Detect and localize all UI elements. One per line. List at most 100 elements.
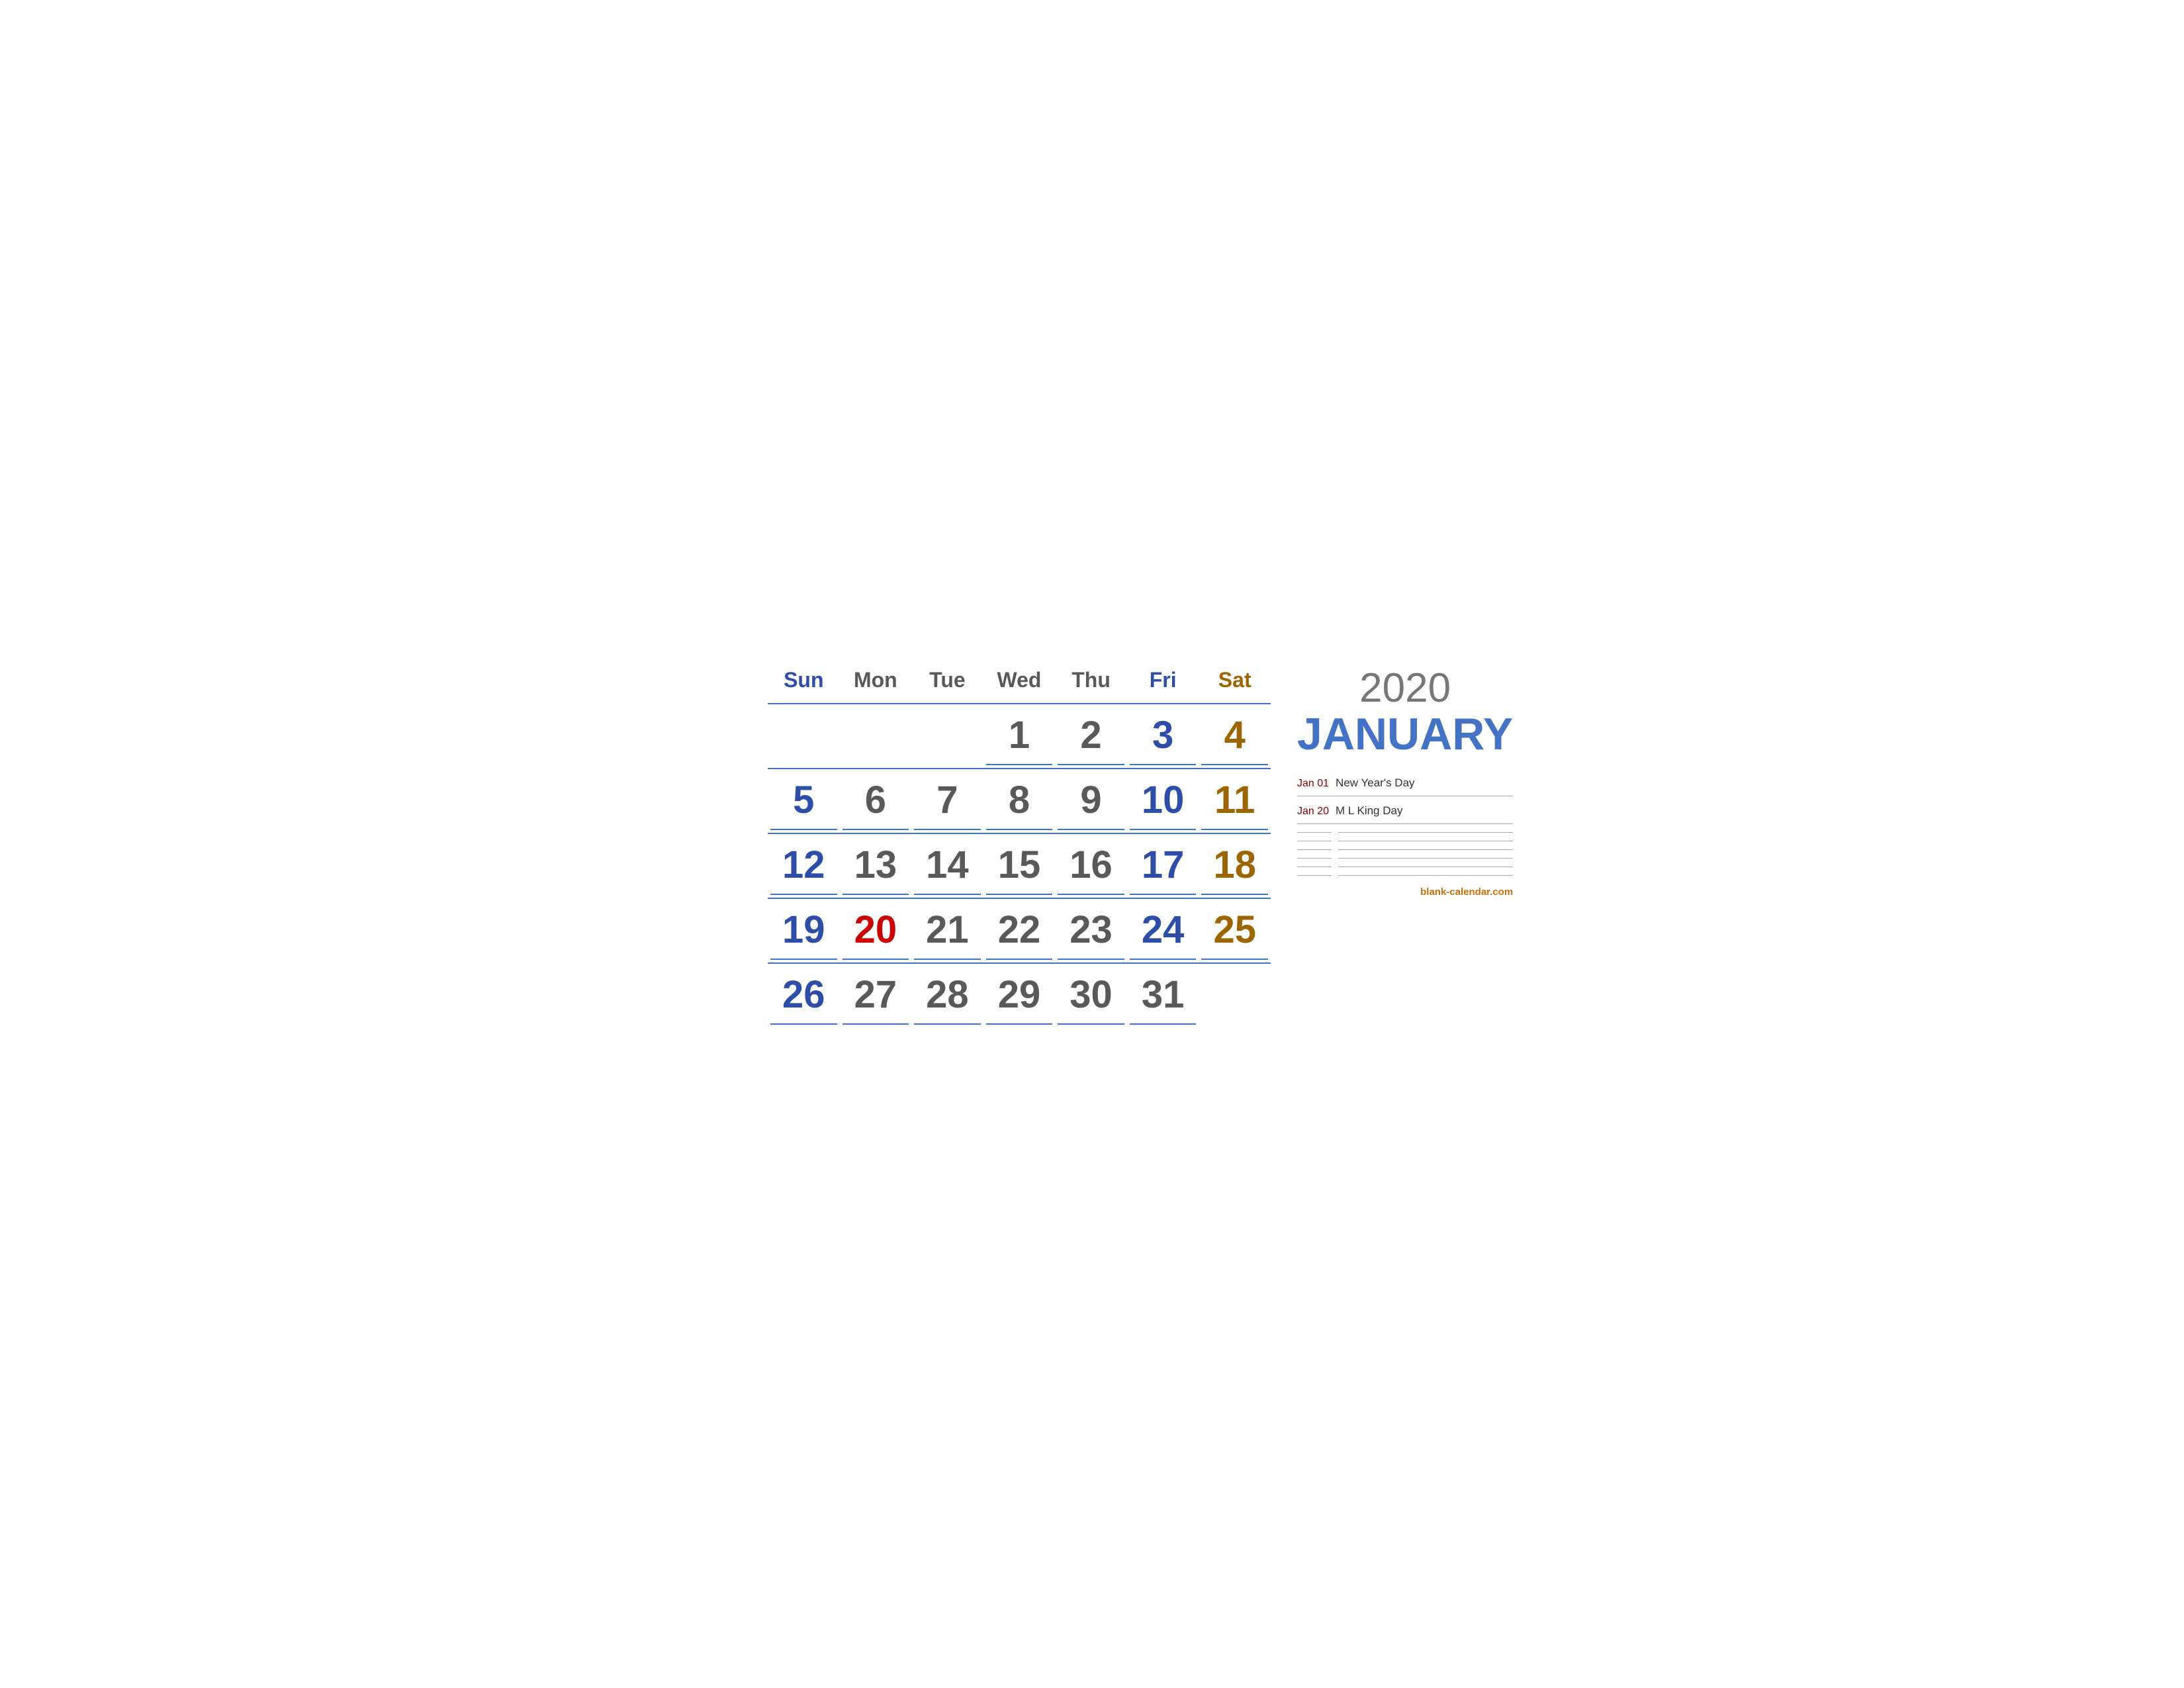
header-mon: Mon bbox=[840, 668, 912, 696]
holiday-name-1: New Year's Day bbox=[1336, 776, 1513, 792]
underline-16 bbox=[1058, 894, 1124, 895]
day-empty bbox=[840, 710, 912, 764]
day-30: 30 bbox=[1055, 969, 1127, 1023]
calendar-section: Sun Mon Tue Wed Thu Fri Sat 1 2 3 4 bbox=[768, 668, 1271, 1027]
day-empty bbox=[1199, 969, 1271, 1023]
blank-date-3 bbox=[1297, 849, 1332, 850]
underline-2 bbox=[1058, 764, 1124, 765]
day-5: 5 bbox=[768, 774, 840, 829]
underline-row-1 bbox=[768, 764, 1271, 765]
day-15: 15 bbox=[983, 839, 1056, 894]
underline-5 bbox=[770, 829, 837, 830]
underline-29 bbox=[986, 1023, 1053, 1025]
day-24: 24 bbox=[1127, 904, 1199, 959]
header-tue: Tue bbox=[911, 668, 983, 696]
week-row-2: 5 6 7 8 9 10 11 bbox=[768, 768, 1271, 829]
underline-row-4 bbox=[768, 959, 1271, 960]
day-3: 3 bbox=[1127, 710, 1199, 764]
day-29: 29 bbox=[983, 969, 1056, 1023]
underline-26 bbox=[770, 1023, 837, 1025]
underline-15 bbox=[986, 894, 1053, 895]
website-label: blank-calendar.com bbox=[1297, 886, 1513, 898]
blank-note-6 bbox=[1338, 875, 1513, 876]
underline-18 bbox=[1201, 894, 1268, 895]
day-4: 4 bbox=[1199, 710, 1271, 764]
week-row-5: 26 27 28 29 30 31 bbox=[768, 962, 1271, 1023]
holiday-row-1: Jan 01 New Year's Day bbox=[1297, 776, 1513, 792]
blank-date-4 bbox=[1297, 858, 1332, 859]
holiday-note-2: M L King Day bbox=[1336, 804, 1513, 820]
day-10: 10 bbox=[1127, 774, 1199, 829]
underline-31 bbox=[1130, 1023, 1197, 1025]
day-9: 9 bbox=[1055, 774, 1127, 829]
header-thu: Thu bbox=[1055, 668, 1127, 696]
underline-22 bbox=[986, 959, 1053, 960]
underline-24 bbox=[1130, 959, 1197, 960]
day-11: 11 bbox=[1199, 774, 1271, 829]
header-fri: Fri bbox=[1127, 668, 1199, 696]
underline-17 bbox=[1130, 894, 1197, 895]
day-14: 14 bbox=[911, 839, 983, 894]
underline-8 bbox=[986, 829, 1053, 830]
underline-10 bbox=[1130, 829, 1197, 830]
week-row-1: 1 2 3 4 bbox=[768, 703, 1271, 764]
underline-row-3 bbox=[768, 894, 1271, 895]
note-divider-2 bbox=[1297, 823, 1513, 824]
day-27: 27 bbox=[840, 969, 912, 1023]
holiday-date-2: Jan 20 bbox=[1297, 806, 1336, 818]
notes-section: Jan 01 New Year's Day Jan 20 M L King Da… bbox=[1297, 776, 1513, 898]
day-17: 17 bbox=[1127, 839, 1199, 894]
underline-7 bbox=[914, 829, 981, 830]
blank-note-1 bbox=[1338, 832, 1513, 833]
underline-25 bbox=[1201, 959, 1268, 960]
holiday-note-1: New Year's Day bbox=[1336, 776, 1513, 792]
underline-14 bbox=[914, 894, 981, 895]
blank-note-3 bbox=[1338, 849, 1513, 850]
underline-13 bbox=[842, 894, 909, 895]
underline-19 bbox=[770, 959, 837, 960]
underline-empty bbox=[914, 764, 981, 765]
day-26: 26 bbox=[768, 969, 840, 1023]
day-28: 28 bbox=[911, 969, 983, 1023]
underline-empty bbox=[770, 764, 837, 765]
underline-12 bbox=[770, 894, 837, 895]
main-layout: Sun Mon Tue Wed Thu Fri Sat 1 2 3 4 bbox=[768, 668, 1416, 1027]
blank-note-4 bbox=[1338, 858, 1513, 859]
holiday-row-2: Jan 20 M L King Day bbox=[1297, 804, 1513, 820]
underline-30 bbox=[1058, 1023, 1124, 1025]
blank-date-1 bbox=[1297, 832, 1332, 833]
day-22: 22 bbox=[983, 904, 1056, 959]
day-12: 12 bbox=[768, 839, 840, 894]
underline-1 bbox=[986, 764, 1053, 765]
day-25: 25 bbox=[1199, 904, 1271, 959]
day-31: 31 bbox=[1127, 969, 1199, 1023]
underline-empty bbox=[842, 764, 909, 765]
blank-row-6 bbox=[1297, 875, 1513, 876]
underline-21 bbox=[914, 959, 981, 960]
day-2: 2 bbox=[1055, 710, 1127, 764]
holiday-name-2: M L King Day bbox=[1336, 804, 1513, 820]
day-empty bbox=[768, 710, 840, 764]
blank-row-1 bbox=[1297, 832, 1513, 833]
underline-empty bbox=[1201, 1023, 1268, 1025]
holiday-date-1: Jan 01 bbox=[1297, 778, 1336, 790]
day-7: 7 bbox=[911, 774, 983, 829]
day-21: 21 bbox=[911, 904, 983, 959]
week-row-3: 12 13 14 15 16 17 18 bbox=[768, 833, 1271, 894]
month-label: JANUARY bbox=[1297, 712, 1513, 757]
day-20-holiday: 20 bbox=[840, 904, 912, 959]
underline-28 bbox=[914, 1023, 981, 1025]
day-18: 18 bbox=[1199, 839, 1271, 894]
calendar-page: Sun Mon Tue Wed Thu Fri Sat 1 2 3 4 bbox=[728, 635, 1456, 1054]
underline-6 bbox=[842, 829, 909, 830]
day-empty bbox=[911, 710, 983, 764]
day-16: 16 bbox=[1055, 839, 1127, 894]
blank-row-3 bbox=[1297, 849, 1513, 850]
day-13: 13 bbox=[840, 839, 912, 894]
header-wed: Wed bbox=[983, 668, 1056, 696]
underline-4 bbox=[1201, 764, 1268, 765]
underline-27 bbox=[842, 1023, 909, 1025]
underline-23 bbox=[1058, 959, 1124, 960]
underline-row-2 bbox=[768, 829, 1271, 830]
day-8: 8 bbox=[983, 774, 1056, 829]
